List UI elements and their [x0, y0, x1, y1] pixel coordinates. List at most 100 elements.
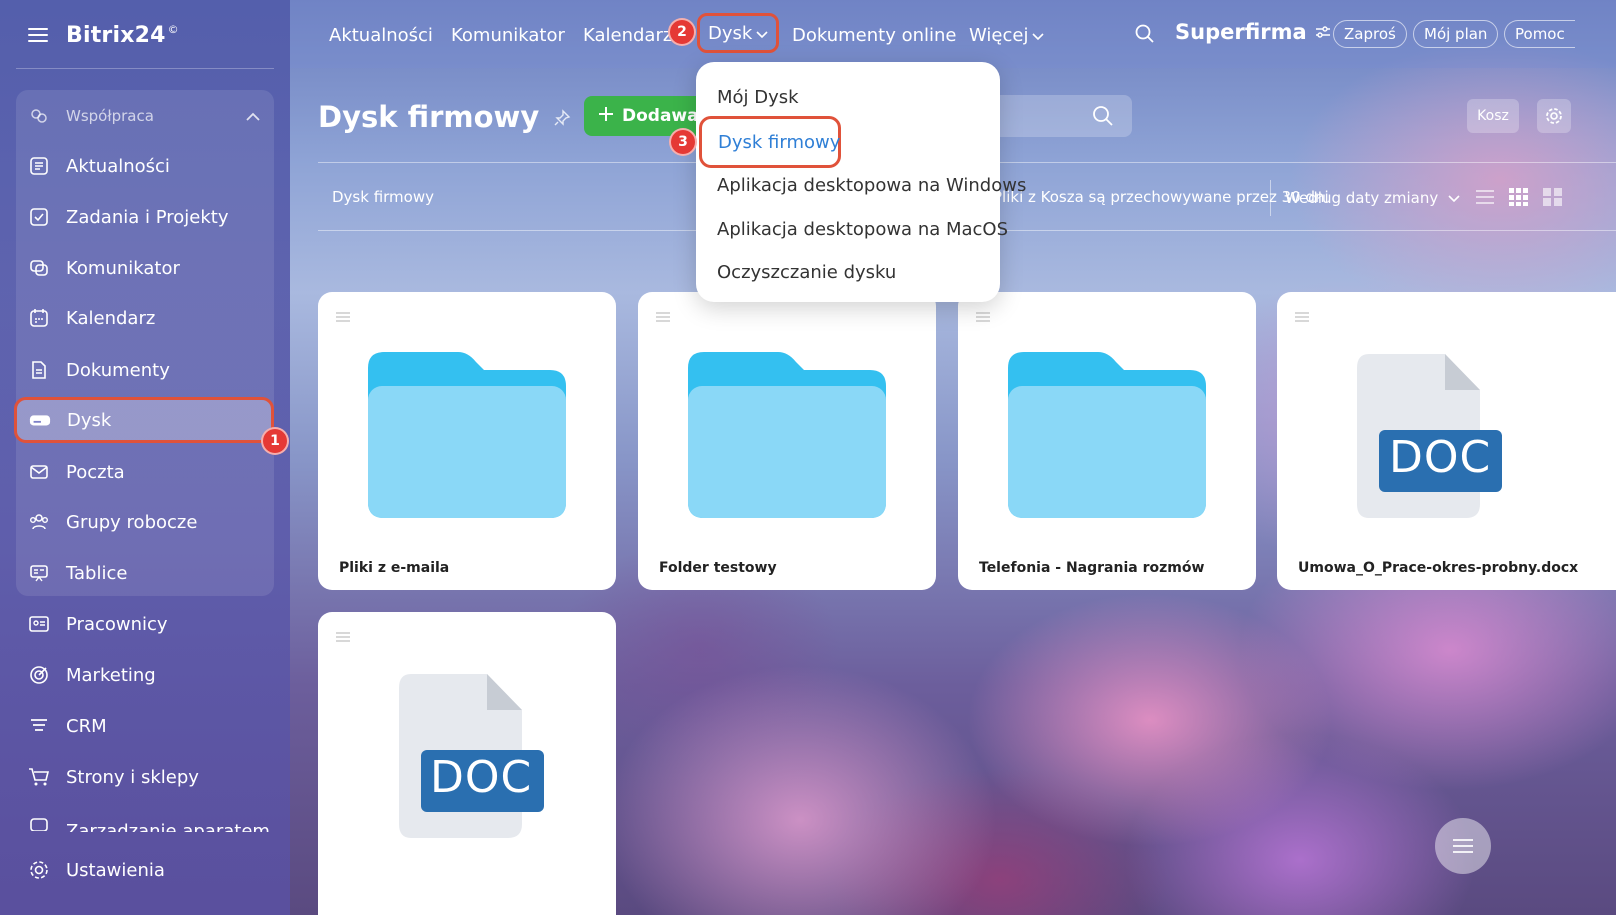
drag-handle-icon[interactable] — [335, 308, 351, 327]
sidebar-item-label: Grupy robocze — [66, 511, 198, 533]
company-label: Superfirma — [1175, 20, 1307, 44]
boards-icon — [28, 562, 50, 584]
sidebar-item-label: Pracownicy — [66, 613, 168, 635]
sidebar-item-label: Dysk — [67, 409, 112, 431]
employees-icon — [28, 613, 50, 635]
calendar-icon — [28, 307, 50, 329]
file-card[interactable]: Folder testowy — [638, 292, 936, 590]
sidebar-item-sites-stores[interactable]: Strony i sklepy — [16, 757, 274, 797]
drag-handle-icon[interactable] — [1294, 308, 1310, 327]
drag-handle-icon[interactable] — [655, 308, 671, 327]
sidebar-item-messenger[interactable]: Komunikator — [16, 248, 274, 288]
brand-logo[interactable]: Bitrix24 © — [66, 23, 179, 48]
chevron-up-icon[interactable] — [246, 108, 260, 126]
sidebar-item-label: Zadania i Projekty — [66, 206, 229, 228]
drag-handle-icon[interactable] — [975, 308, 991, 327]
large-tiles-icon[interactable] — [1543, 188, 1563, 210]
help-button[interactable]: Pomoc — [1504, 20, 1575, 48]
topnav-drive[interactable]: Dysk — [697, 13, 780, 53]
sidebar-item-news[interactable]: Aktualności — [16, 146, 274, 186]
annotation-badge-1: 1 — [261, 427, 289, 455]
topnav-calendar[interactable]: Kalendarz — [583, 22, 672, 48]
pin-icon[interactable] — [553, 100, 571, 134]
menu-item-disk-cleanup[interactable]: Oczyszczanie dysku — [717, 262, 896, 283]
sidebar-item-documents[interactable]: Dokumenty — [16, 350, 274, 390]
chevron-down-icon — [756, 23, 768, 44]
plus-icon — [598, 106, 614, 127]
trash-button[interactable]: Kosz — [1467, 99, 1519, 133]
menu-item-my-drive[interactable]: Mój Dysk — [717, 87, 799, 108]
sidebar-item-label: Dokumenty — [66, 359, 170, 381]
sidebar-item-label: Komunikator — [66, 257, 180, 279]
chat-icon — [28, 257, 50, 279]
marketing-icon — [28, 664, 50, 686]
mail-icon — [28, 461, 50, 483]
file-name: Folder testowy — [659, 560, 777, 576]
sidebar-item-crm[interactable]: CRM — [16, 706, 274, 746]
document-icon — [28, 359, 50, 381]
sidebar-item-employees[interactable]: Pracownicy — [16, 604, 274, 644]
sidebar-item-label: Ustawienia — [66, 859, 165, 881]
menu-lines-icon — [1453, 839, 1473, 853]
drive-icon — [29, 409, 51, 431]
sort-dropdown[interactable]: Według daty zmiany — [1270, 180, 1460, 216]
sidebar-item-marketing[interactable]: Marketing — [16, 655, 274, 695]
topnav-online-documents[interactable]: Dokumenty online — [792, 22, 957, 48]
file-card[interactable]: Telefonia - Nagrania rozmów — [958, 292, 1256, 590]
sidebar-item-boards[interactable]: Tablice — [16, 553, 274, 593]
sidebar-item-label: Strony i sklepy — [66, 766, 199, 788]
sidebar-item-devices[interactable]: Zarządzanie aparatem — [16, 808, 274, 832]
file-card[interactable]: Pliki z e-maila — [318, 292, 616, 590]
sidebar-item-label: Poczta — [66, 461, 125, 483]
doc-type-label: DOC — [430, 752, 533, 803]
my-plan-button[interactable]: Mój plan — [1413, 20, 1499, 48]
menu-item-windows-app[interactable]: Aplikacja desktopowa na Windows — [717, 175, 1026, 196]
file-card[interactable]: DOC Umowa_O_Prace-okres-probny.docx — [1277, 292, 1616, 590]
company-name[interactable]: Superfirma — [1175, 20, 1331, 44]
folder-icon — [1008, 352, 1206, 518]
gear-icon[interactable] — [1537, 99, 1571, 133]
sidebar-item-settings[interactable]: Ustawienia — [16, 850, 274, 890]
device-icon — [28, 810, 50, 832]
search-icon[interactable] — [1135, 24, 1155, 48]
sort-label: Według daty zmiany — [1285, 189, 1439, 207]
tasks-icon — [28, 206, 50, 228]
menu-icon[interactable] — [28, 28, 48, 42]
settings-icon — [28, 859, 50, 881]
list-view-icon[interactable] — [1475, 188, 1495, 210]
page-title: Dysk firmowy — [318, 100, 571, 134]
chevron-down-icon — [1032, 25, 1045, 46]
grid-view-icon[interactable] — [1509, 188, 1529, 210]
cart-icon — [28, 766, 50, 788]
drag-handle-icon[interactable] — [335, 628, 351, 647]
doc-type-label: DOC — [1389, 432, 1492, 483]
collaboration-icon — [28, 105, 50, 127]
topnav-more[interactable]: Więcej — [969, 22, 1045, 48]
topnav-news[interactable]: Aktualności — [329, 22, 433, 48]
page-title-text: Dysk firmowy — [318, 100, 540, 134]
menu-item-macos-app[interactable]: Aplikacja desktopowa na MacOS — [717, 219, 1008, 240]
file-card[interactable]: DOC — [318, 612, 616, 915]
folder-icon — [368, 352, 566, 518]
sidebar-item-label: CRM — [66, 715, 107, 737]
annotation-badge-2: 2 — [668, 18, 696, 46]
sidebar-group-label: Współpraca — [66, 107, 154, 125]
sidebar-item-workgroups[interactable]: Grupy robocze — [16, 502, 274, 542]
topnav-messenger[interactable]: Komunikator — [451, 22, 565, 48]
sidebar-item-tasks[interactable]: Zadania i Projekty — [16, 197, 274, 237]
add-button[interactable]: Dodawanie — [584, 96, 714, 136]
sidebar-item-label: Tablice — [66, 562, 128, 584]
menu-item-company-drive[interactable]: Dysk firmowy — [699, 116, 841, 168]
chat-widget-button[interactable] — [1435, 818, 1491, 874]
breadcrumb[interactable]: Dysk firmowy — [332, 188, 434, 206]
sidebar-group-collaboration[interactable]: Współpraca — [16, 96, 274, 136]
invite-button[interactable]: Zaproś — [1333, 20, 1407, 48]
search-input[interactable] — [990, 95, 1132, 137]
sidebar-item-mail[interactable]: Poczta — [16, 452, 274, 492]
sidebar-item-label: Zarządzanie aparatem — [66, 821, 270, 832]
sliders-icon — [1315, 20, 1331, 44]
sidebar-item-calendar[interactable]: Kalendarz — [16, 298, 274, 338]
sidebar-item-drive[interactable]: Dysk — [14, 397, 274, 443]
sidebar-item-label: Marketing — [66, 664, 156, 686]
sidebar: Bitrix24 © Współpraca Aktualności Zadania… — [0, 0, 290, 915]
